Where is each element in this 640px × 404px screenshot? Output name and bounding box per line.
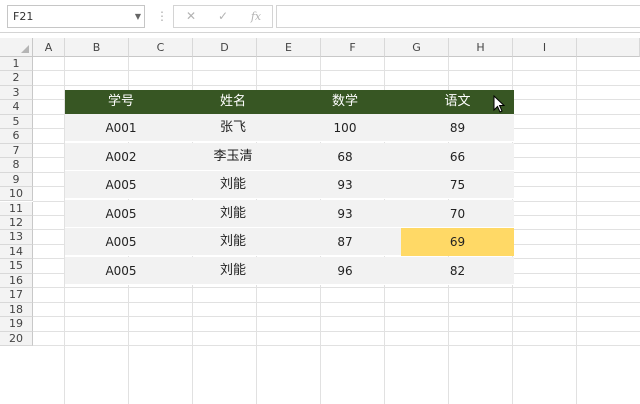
chevron-down-icon[interactable]: ▼ [135,6,141,27]
check-icon[interactable]: ✓ [212,6,234,27]
column-header-h[interactable]: H [449,38,513,57]
cell-math[interactable]: 100 [289,114,401,142]
row-header-20[interactable]: 20 [0,331,33,346]
grid-hline [33,84,640,86]
cell-student-id[interactable]: A005 [65,228,177,256]
cell-student-id[interactable]: A005 [65,171,177,199]
cell-chinese[interactable]: 75 [401,171,514,199]
column-header-b[interactable]: B [65,38,129,57]
row-header-12[interactable]: 12 [0,215,33,231]
table-row: A005 刘能 93 75 [65,171,514,200]
cell-chinese[interactable]: 66 [401,143,514,171]
cell-chinese[interactable]: 89 [401,114,514,142]
column-header-blank[interactable] [577,38,640,57]
name-box-value: F21 [13,10,34,23]
grid-hline [33,70,640,72]
row-header-1[interactable]: 1 [0,57,33,72]
row-header-19[interactable]: 19 [0,317,33,332]
cell-chinese[interactable]: 69 [401,228,514,257]
cell-name[interactable]: 李玉清 [177,143,289,171]
header-name[interactable]: 姓名 [177,90,289,114]
row-header-3[interactable]: 3 [0,85,33,101]
grid-hline [33,287,640,289]
cell-chinese[interactable]: 82 [401,257,514,285]
cell-chinese[interactable]: 70 [401,200,514,228]
table-row: A001 张飞 100 89 [65,114,514,142]
select-all-icon [21,45,29,53]
table-header-row: 学号 姓名 数学 语文 [65,90,514,114]
row-header-11[interactable]: 11 [0,201,33,216]
function-icon[interactable]: fx [245,6,267,27]
cancel-icon[interactable]: ✕ [180,6,202,27]
name-box[interactable]: F21 ▼ [7,5,145,28]
grid-hline [33,330,640,332]
cell-math[interactable]: 68 [289,143,401,171]
formula-buttons: ✕ ✓ fx [173,5,273,28]
formula-input[interactable] [276,5,640,28]
row-header-5[interactable]: 5 [0,114,33,130]
row-header-4[interactable]: 4 [0,100,33,115]
table-row: A005 刘能 96 82 [65,257,514,285]
row-header-15[interactable]: 15 [0,259,33,274]
row-header-13[interactable]: 13 [0,230,33,245]
cell-name[interactable]: 张飞 [177,114,289,142]
row-header-16[interactable]: 16 [0,273,33,289]
row-header-8[interactable]: 8 [0,158,33,173]
table-row: A005 刘能 87 69 [65,228,514,257]
header-student-id[interactable]: 学号 [65,90,177,114]
row-header-9[interactable]: 9 [0,172,33,188]
cell-student-id[interactable]: A001 [65,114,177,142]
column-header-i[interactable]: I [513,38,577,57]
grid-vline [576,57,577,404]
more-dots-icon: ⋮ [156,9,168,23]
cell-math[interactable]: 96 [289,257,401,285]
cell-student-id[interactable]: A005 [65,200,177,228]
column-header-f[interactable]: F [321,38,385,57]
row-header-7[interactable]: 7 [0,143,33,159]
cell-name[interactable]: 刘能 [177,200,289,228]
row-header-17[interactable]: 17 [0,288,33,303]
header-math[interactable]: 数学 [289,90,401,114]
row-header-6[interactable]: 6 [0,129,33,144]
table-row: A002 李玉清 68 66 [65,142,514,171]
grid-hline [33,301,640,303]
cell-student-id[interactable]: A005 [65,257,177,285]
row-header-10[interactable]: 10 [0,187,33,202]
row-header-14[interactable]: 14 [0,244,33,260]
cell-name[interactable]: 刘能 [177,228,289,256]
spreadsheet-grid[interactable]: ABCDEFGHI 1 2 3 4 5 6 7 8 9 10 11 12 13 14 15 16 17 18 19 2… [0,38,640,404]
column-header-d[interactable]: D [193,38,257,57]
grid-hline [33,345,640,346]
column-header-c[interactable]: C [129,38,193,57]
select-all-corner[interactable] [0,38,33,57]
grid-hline [33,316,640,318]
row-header-2[interactable]: 2 [0,71,33,86]
cell-math[interactable]: 87 [289,228,401,256]
table-row: A005 刘能 93 70 [65,199,514,228]
column-header-g[interactable]: G [385,38,449,57]
mouse-pointer-icon [493,95,505,113]
row-header-18[interactable]: 18 [0,302,33,318]
column-header-a[interactable]: A [33,38,65,57]
cell-student-id[interactable]: A002 [65,143,177,171]
cell-math[interactable]: 93 [289,171,401,199]
cell-name[interactable]: 刘能 [177,257,289,285]
cell-name[interactable]: 刘能 [177,171,289,199]
column-header-e[interactable]: E [257,38,321,57]
formula-bar-area: F21 ▼ ⋮ ✕ ✓ fx [0,0,640,33]
cell-math[interactable]: 93 [289,200,401,228]
